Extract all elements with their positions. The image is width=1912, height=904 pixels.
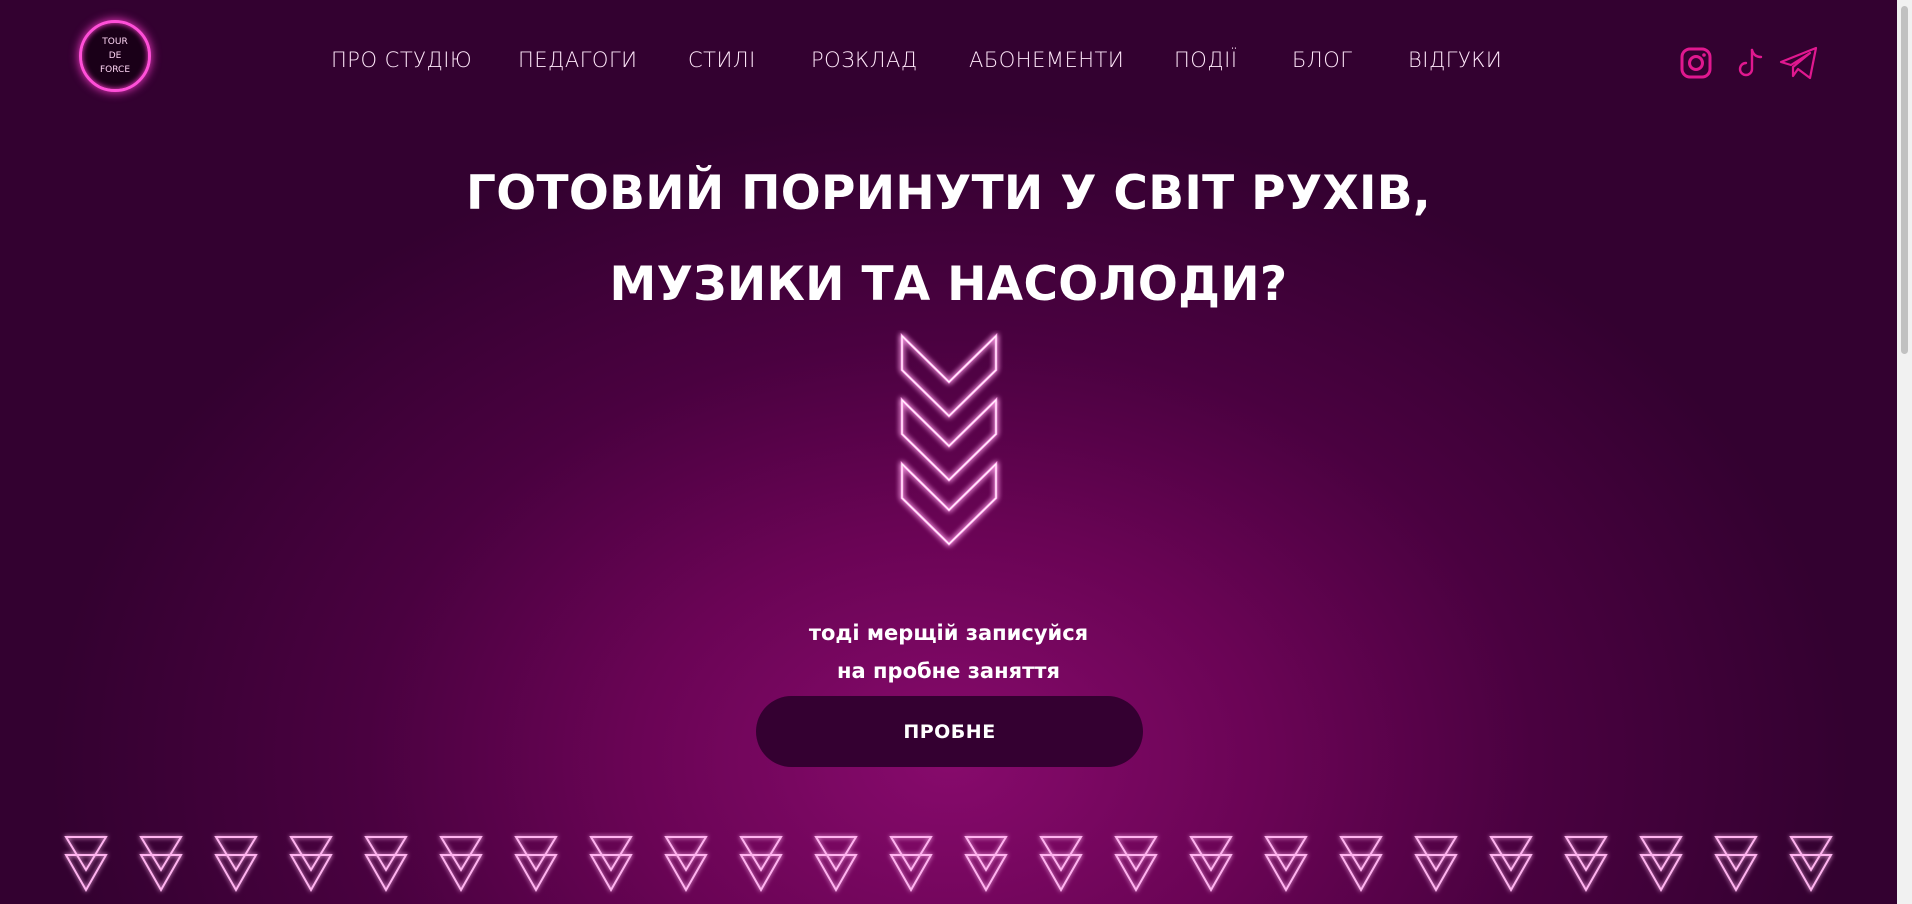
nav-item-blog[interactable]: БЛОГ [1292,48,1352,72]
tiktok-icon[interactable] [1730,44,1770,82]
nav-item-about[interactable]: ПРО СТУДІЮ [331,48,472,72]
instagram-icon[interactable] [1676,44,1716,82]
nav-item-schedule[interactable]: РОЗКЛАД [811,48,918,72]
studio-logo[interactable]: TOUR DE FORCE [79,20,151,92]
nav-item-styles[interactable]: СТИЛІ [688,48,756,72]
nav-item-teachers[interactable]: ПЕДАГОГИ [518,48,638,72]
hero-title-line-1: ГОТОВИЙ ПОРИНУТИ У СВІТ РУХІВ, [465,166,1432,221]
telegram-icon[interactable] [1779,44,1819,82]
down-chevrons-icon [900,333,998,546]
hero-title: ГОТОВИЙ ПОРИНУТИ У СВІТ РУХІВ, МУЗИКИ ТА… [0,148,1897,330]
nav-item-subscriptions[interactable]: АБОНЕМЕНТИ [969,48,1124,72]
logo-line-2: DE [108,51,122,61]
triangle-pattern-icon [65,836,1832,891]
hero-title-line-2: МУЗИКИ ТА НАСОЛОДИ? [609,257,1288,312]
page: TOUR DE FORCE ПРО СТУДІЮ ПЕДАГОГИ СТИЛІ … [0,0,1897,904]
hero-subtitle-line-2: на пробне заняття [837,659,1060,683]
hero-subtitle-line-1: тоді мерщій записуйся [808,621,1089,645]
logo-line-1: TOUR [102,37,128,47]
nav-item-events[interactable]: ПОДІЇ [1174,48,1238,72]
nav-item-reviews[interactable]: ВІДГУКИ [1408,48,1502,72]
trial-lesson-button[interactable]: ПРОБНЕ [756,696,1143,767]
hero-subtitle: тоді мерщій записуйся на пробне заняття [0,614,1897,690]
page-scrollbar[interactable] [1897,0,1912,904]
logo-line-3: FORCE [99,65,131,75]
scrollbar-thumb[interactable] [1901,6,1908,354]
